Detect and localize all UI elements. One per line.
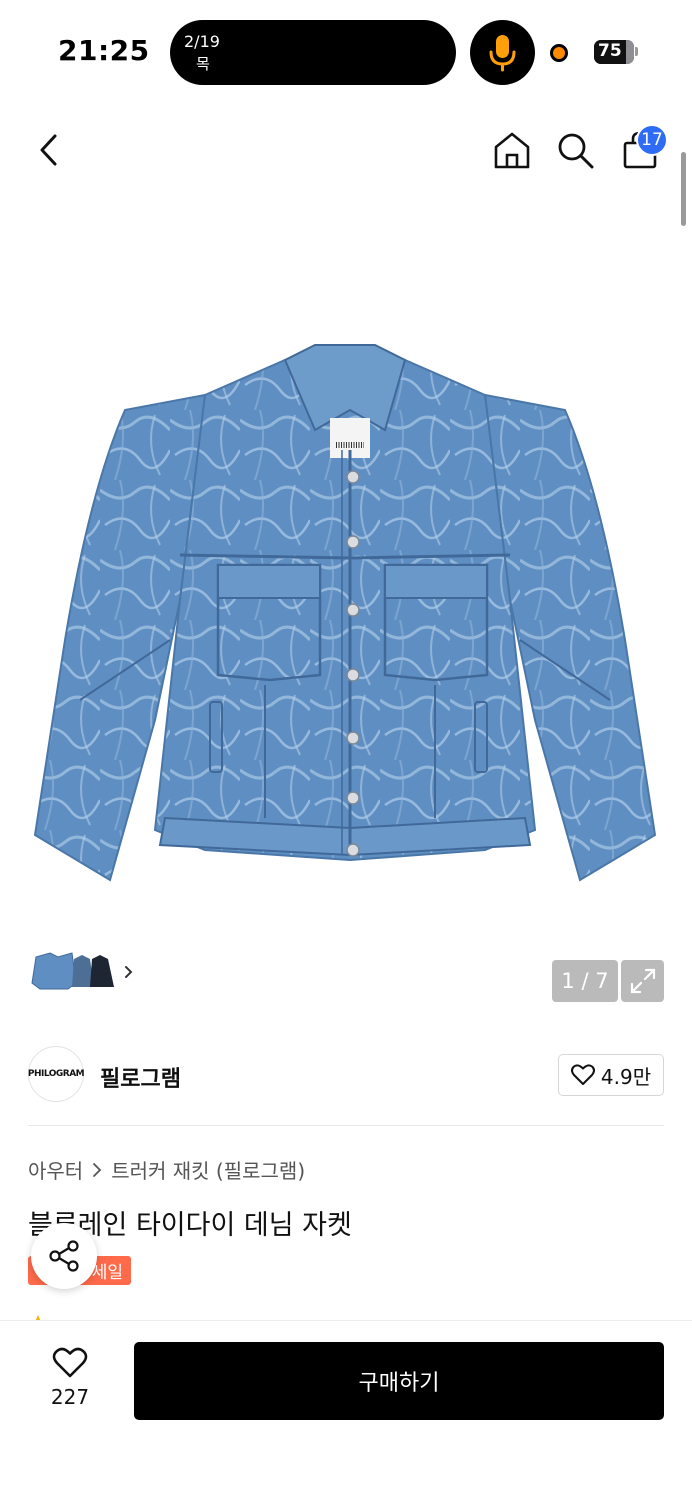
image-page-counter: 1 / 7 bbox=[552, 960, 618, 1002]
share-button[interactable] bbox=[31, 1223, 97, 1289]
thumbnail-images bbox=[31, 952, 133, 990]
buy-button[interactable]: 구매하기 bbox=[134, 1342, 664, 1420]
recording-dot-icon bbox=[550, 44, 568, 62]
status-bar: 21:25 2/19 목 75 bbox=[0, 0, 692, 100]
status-time: 21:25 bbox=[58, 34, 150, 67]
microphone-indicator bbox=[470, 20, 535, 85]
brand-like-button[interactable]: 4.9만 bbox=[558, 1054, 664, 1096]
share-icon bbox=[49, 1240, 79, 1272]
chevron-right-icon bbox=[93, 1162, 102, 1177]
dynamic-island: 2/19 목 bbox=[170, 20, 456, 85]
wishlist-button[interactable]: 227 bbox=[30, 1347, 110, 1427]
home-icon bbox=[494, 132, 530, 169]
top-nav bbox=[0, 110, 692, 190]
home-button[interactable] bbox=[490, 128, 534, 172]
divider bbox=[28, 1125, 664, 1126]
battery-level: 75 bbox=[598, 41, 622, 61]
brand-row[interactable]: PHILOGRAM 필로그램 4.9만 bbox=[0, 1026, 692, 1126]
microphone-icon bbox=[489, 35, 516, 72]
heart-icon bbox=[52, 1347, 88, 1378]
expand-icon bbox=[630, 968, 655, 994]
search-button[interactable] bbox=[553, 128, 597, 172]
heart-icon bbox=[570, 1064, 595, 1085]
breadcrumb-subcategory[interactable]: 트러커 재킷 (필로그램) bbox=[111, 1155, 305, 1184]
breadcrumb: 아우터 트러커 재킷 (필로그램) bbox=[28, 1155, 305, 1184]
brand-logo[interactable]: PHILOGRAM bbox=[28, 1046, 85, 1102]
search-icon bbox=[558, 133, 594, 169]
battery-icon: 75 bbox=[594, 40, 634, 64]
cart-count-badge: 17 bbox=[636, 124, 668, 156]
brand-name[interactable]: 필로그램 bbox=[100, 1061, 181, 1093]
back-button[interactable] bbox=[28, 128, 72, 172]
product-image[interactable] bbox=[30, 340, 660, 890]
thumbnail-strip[interactable] bbox=[28, 943, 144, 1002]
wishlist-count: 227 bbox=[50, 1385, 90, 1409]
island-weekday: 목 bbox=[196, 55, 210, 73]
bottom-purchase-bar: 227 구매하기 bbox=[0, 1320, 692, 1500]
chevron-left-icon bbox=[40, 134, 57, 166]
breadcrumb-category[interactable]: 아우터 bbox=[28, 1155, 83, 1184]
brand-like-count: 4.9만 bbox=[600, 1064, 652, 1089]
scrollbar bbox=[681, 152, 686, 226]
island-date: 2/19 bbox=[184, 32, 220, 51]
expand-button[interactable] bbox=[621, 960, 664, 1002]
